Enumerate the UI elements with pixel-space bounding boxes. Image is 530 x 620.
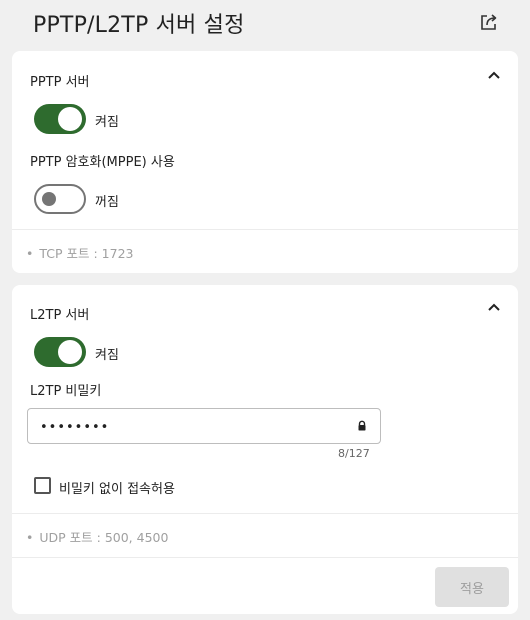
page-title: PPTP/L2TP 서버 설정 bbox=[33, 13, 245, 38]
l2tp-secret-input[interactable] bbox=[38, 409, 342, 445]
page-header: PPTP/L2TP 서버 설정 bbox=[0, 0, 530, 48]
chevron-up-icon bbox=[488, 71, 500, 79]
no-secret-checkbox-label[interactable]: 비밀키 없이 접속허용 bbox=[59, 478, 175, 497]
pptp-encryption-label: PPTP 암호화(MPPE) 사용 bbox=[30, 155, 175, 170]
pptp-port-info: • TCP 포트 : 1723 bbox=[26, 246, 134, 261]
pptp-port-text: TCP 포트 : 1723 bbox=[39, 246, 134, 261]
l2tp-collapse-button[interactable] bbox=[484, 297, 504, 317]
l2tp-port-text: UDP 포트 : 500, 4500 bbox=[39, 530, 169, 545]
apply-button[interactable]: 적용 bbox=[435, 567, 509, 607]
pptp-encryption-toggle-label: 꺼짐 bbox=[95, 195, 119, 210]
l2tp-server-toggle-label: 켜짐 bbox=[95, 348, 119, 363]
export-icon bbox=[481, 14, 497, 30]
l2tp-secret-field[interactable] bbox=[27, 408, 381, 445]
toggle-knob bbox=[58, 107, 82, 131]
chevron-up-icon bbox=[488, 303, 500, 311]
l2tp-secret-char-count: 8/127 bbox=[338, 447, 370, 460]
l2tp-section-title: L2TP 서버 bbox=[30, 308, 90, 323]
pptp-server-card: PPTP 서버 켜짐 PPTP 암호화(MPPE) 사용 꺼짐 • TCP 포트 … bbox=[12, 51, 518, 273]
pptp-section-title: PPTP 서버 bbox=[30, 75, 90, 90]
divider bbox=[12, 229, 518, 230]
toggle-knob bbox=[58, 340, 82, 364]
pptp-server-toggle-label: 켜짐 bbox=[95, 115, 119, 130]
divider bbox=[12, 557, 518, 558]
divider bbox=[12, 513, 518, 514]
export-button[interactable] bbox=[477, 10, 501, 34]
l2tp-secret-label: L2TP 비밀키 bbox=[30, 384, 102, 399]
pptp-encryption-toggle[interactable] bbox=[34, 184, 86, 214]
lock-icon bbox=[358, 420, 366, 431]
pptp-server-toggle[interactable] bbox=[34, 104, 86, 134]
no-secret-checkbox[interactable] bbox=[34, 477, 51, 494]
l2tp-server-toggle[interactable] bbox=[34, 337, 86, 367]
l2tp-port-info: • UDP 포트 : 500, 4500 bbox=[26, 530, 169, 545]
l2tp-server-card: L2TP 서버 켜짐 L2TP 비밀키 8/127 비밀키 없이 접속허용 •U… bbox=[12, 285, 518, 614]
toggle-knob bbox=[42, 192, 56, 206]
pptp-collapse-button[interactable] bbox=[484, 65, 504, 85]
